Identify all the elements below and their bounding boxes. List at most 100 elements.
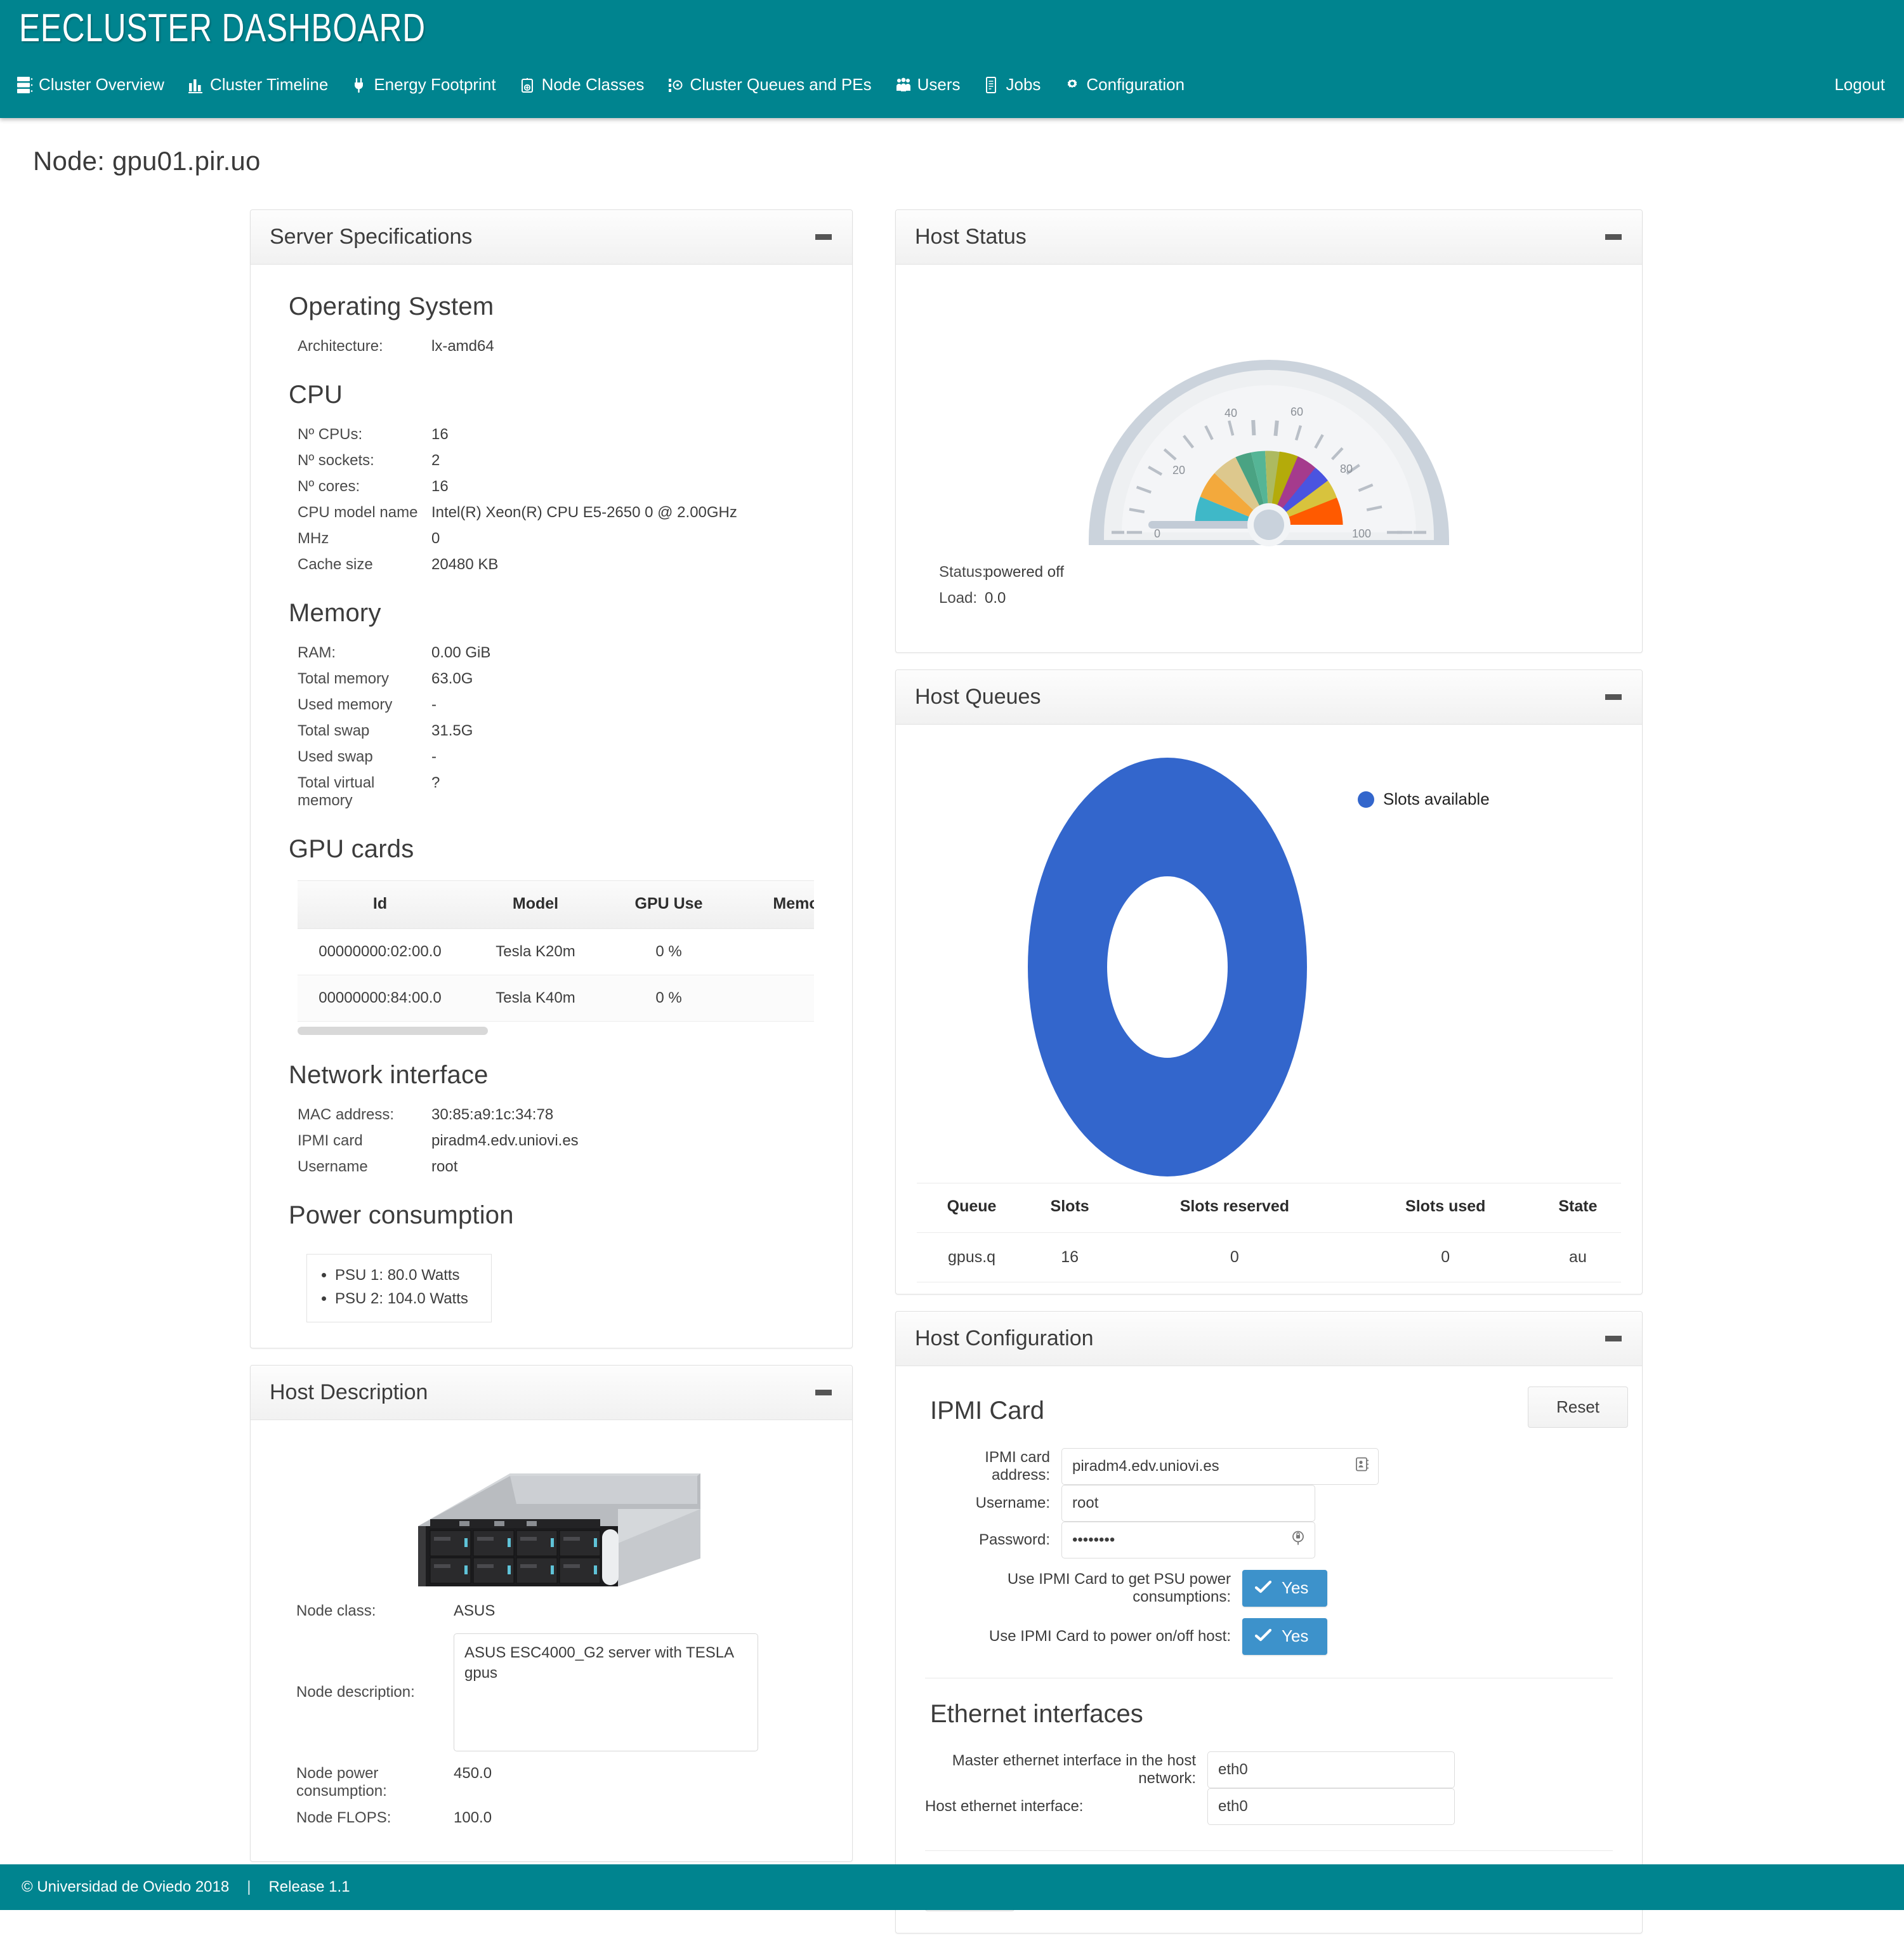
node-power-label: Node power consumption: [296,1765,387,1800]
spec-label: MHz [298,530,329,547]
master-ethernet-input[interactable] [1207,1751,1455,1788]
host-queues-panel: Host Queues Slots available Queue Slots … [895,669,1643,1295]
spec-label: Used swap [298,748,373,765]
app-brand[interactable]: EECLUSTER DASHBOARD [19,9,426,48]
users-icon [895,76,912,95]
spec-row: Nº CPUs: 16 [276,426,827,444]
list-item: PSU 2: 104.0 Watts [335,1287,468,1310]
ipmi-address-input[interactable] [1061,1448,1379,1485]
server-rack-icon [16,76,33,95]
column-header-model: Model [463,880,608,929]
panel-header: Server Specifications [251,210,852,265]
panel-header: Host Queues [896,670,1642,725]
nav-item-configuration[interactable]: Configuration [1064,75,1197,95]
reset-button[interactable]: Reset [1528,1387,1628,1428]
gauge-tick-0: 0 [1154,527,1160,540]
cell-id: 00000000:84:00.0 [298,975,463,1022]
queues-icon [667,76,684,95]
ipmi-address-field-wrap [1061,1448,1379,1485]
gauge-tick-80: 80 [1340,463,1353,475]
host-ethernet-input[interactable] [1207,1788,1455,1825]
spec-value: piradm4.edv.uniovi.es [431,1132,579,1149]
username-row: Username: [925,1485,1613,1522]
table-row: gpus.q 16 0 0 au [917,1232,1621,1282]
nav-label: Configuration [1086,75,1185,94]
psu-list: PSU 1: 80.0 Watts PSU 2: 104.0 Watts [317,1263,468,1310]
column-header-slots-used: Slots used [1356,1183,1535,1233]
nav-item-jobs[interactable]: Jobs [983,75,1053,95]
spec-label: Total virtual memory [298,774,375,809]
minimize-icon[interactable] [815,234,832,240]
table-header-row: Queue Slots Slots reserved Slots used St… [917,1183,1621,1233]
scrollbar-thumb[interactable] [298,1027,488,1035]
column-header-state: State [1534,1183,1621,1233]
cell-state: au [1534,1232,1621,1282]
nav-item-cluster-queues-and-pes[interactable]: Cluster Queues and PEs [667,75,883,95]
node-add-icon [520,76,536,95]
username-input[interactable] [1061,1485,1315,1522]
power-toggle-value: Yes [1282,1626,1309,1645]
panel-header: Host Description [251,1366,852,1421]
nav-item-energy-footprint[interactable]: Energy Footprint [351,75,508,95]
node-class-value: ASUS [454,1602,496,1620]
spec-row: CPU model name Intel(R) Xeon(R) CPU E5-2… [276,504,827,522]
node-description-row: Node description: [276,1629,827,1756]
username-label: Username: [975,1494,1050,1512]
node-flops-value: 100.0 [454,1809,492,1827]
column-header-slots: Slots [1027,1183,1113,1233]
server-specifications-panel: Server Specifications Operating System A… [250,209,853,1349]
nav-item-node-classes[interactable]: Node Classes [520,75,657,95]
check-icon [1254,1578,1272,1598]
legend-label: Slots available [1383,789,1490,808]
panel-body: Node class: ASUS Node description: Node … [251,1420,852,1861]
spec-label: IPMI card [298,1132,363,1149]
spec-row: Total swap 31.5G [276,722,827,740]
nav-label: Cluster Queues and PEs [690,75,872,94]
power-toggle-button[interactable]: Yes [1242,1618,1328,1655]
spec-row: Nº cores: 16 [276,478,827,496]
node-power-row: Node power consumption: 450.0 [276,1765,827,1800]
nav-item-cluster-overview[interactable]: Cluster Overview [16,75,176,95]
logout-link[interactable]: Logout [1834,75,1885,95]
panel-header: Host Status [896,210,1642,265]
password-input[interactable] [1061,1522,1315,1558]
node-class-row: Node class: ASUS [276,1602,827,1620]
footer-copyright: © Universidad de Oviedo 2018 [22,1878,230,1895]
bar-chart-icon [188,76,204,95]
minimize-icon[interactable] [1605,234,1622,240]
spec-label: MAC address: [298,1106,395,1123]
status-row: Status: powered off [921,563,1617,581]
host-ethernet-row: Host ethernet interface: [925,1788,1613,1825]
page-title: Node: gpu01.pir.uo [33,146,261,176]
minimize-icon[interactable] [1605,1336,1622,1341]
spec-value: 2 [431,452,440,469]
spec-row: IPMI card piradm4.edv.uniovi.es [276,1132,827,1150]
cell-slots-reserved: 0 [1113,1232,1356,1282]
minimize-icon[interactable] [815,1390,832,1396]
gpu-table-scroll-container[interactable]: Id Model GPU Use Memory used 00000000:02… [298,880,814,1022]
spec-row: RAM: 0.00 GiB [276,644,827,662]
nav-item-users[interactable]: Users [895,75,973,95]
spec-row: MHz 0 [276,530,827,548]
left-column: Server Specifications Operating System A… [250,209,853,1878]
spec-value: - [431,748,437,765]
psu-toggle-row: Use IPMI Card to get PSU power consumpti… [925,1570,1613,1607]
gpu-table-horizontal-scrollbar[interactable] [298,1025,814,1036]
nav-item-cluster-timeline[interactable]: Cluster Timeline [188,75,340,95]
section-heading-operating-system: Operating System [289,293,494,320]
master-ethernet-label: Master ethernet interface in the host ne… [952,1752,1196,1787]
spec-label: Used memory [298,696,393,713]
spec-label: Nº CPUs: [298,426,363,443]
spec-value: Intel(R) Xeon(R) CPU E5-2650 0 @ 2.00GHz [431,504,737,521]
psu-toggle-button[interactable]: Yes [1242,1570,1328,1607]
panel-title: Host Description [270,1380,428,1405]
node-description-textarea[interactable] [454,1633,758,1752]
minimize-icon[interactable] [1605,694,1622,700]
load-gauge-chart: 0 20 40 60 80 100 [921,279,1617,560]
cell-gpu-use: 0 % [608,928,729,975]
power-plug-icon [351,76,368,95]
spec-value: ? [431,774,440,791]
spec-label: Nº cores: [298,478,360,495]
panel-title: Host Queues [915,685,1041,709]
node-flops-row: Node FLOPS: 100.0 [276,1809,827,1827]
